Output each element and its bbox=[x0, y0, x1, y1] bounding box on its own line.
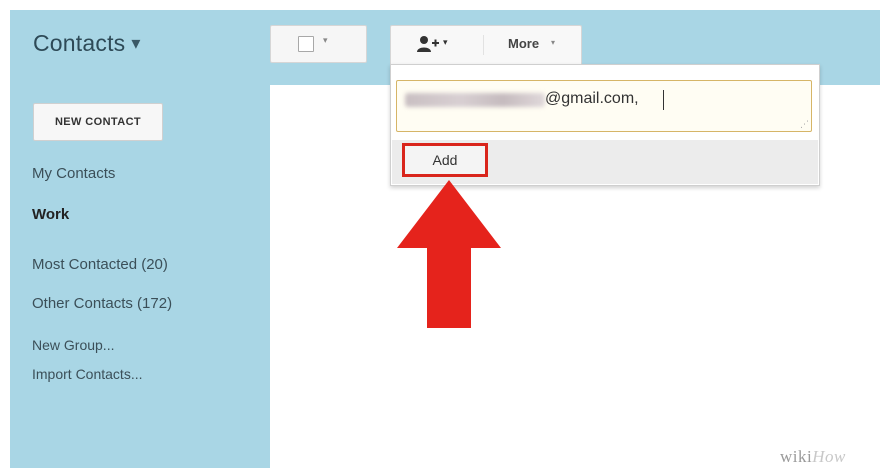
watermark-light: How bbox=[812, 447, 846, 466]
sidebar-item-most-contacted[interactable]: Most Contacted (20) bbox=[32, 256, 168, 273]
toolbar-group-buttons: ▾ More ▾ bbox=[390, 25, 582, 66]
add-button[interactable]: Add bbox=[402, 143, 488, 177]
resize-grip-icon[interactable]: ⋰ bbox=[800, 120, 809, 129]
chevron-down-icon: ▾ bbox=[443, 37, 448, 47]
email-input[interactable]: @gmail.com, ⋰ bbox=[396, 80, 812, 132]
app-title-text: Contacts bbox=[33, 30, 126, 56]
wikihow-watermark: wikiHow bbox=[780, 447, 846, 467]
text-cursor bbox=[663, 90, 664, 110]
watermark-main: wiki bbox=[780, 447, 813, 466]
add-person-icon bbox=[417, 36, 439, 52]
select-checkbox-button[interactable]: ▾ bbox=[270, 25, 367, 63]
sidebar-item-my-contacts[interactable]: My Contacts bbox=[32, 165, 115, 182]
app-title[interactable]: Contacts ▾ bbox=[33, 30, 141, 57]
sidebar-item-work[interactable]: Work bbox=[32, 206, 69, 223]
annotation-arrow bbox=[397, 180, 501, 328]
chevron-down-icon: ▾ bbox=[131, 33, 141, 53]
more-button[interactable]: More bbox=[508, 36, 539, 51]
new-contact-button[interactable]: NEW CONTACT bbox=[33, 103, 163, 141]
sidebar: NEW CONTACT My Contacts Work Most Contac… bbox=[10, 85, 268, 468]
new-group-link[interactable]: New Group... bbox=[32, 337, 114, 353]
checkbox-icon[interactable] bbox=[298, 36, 314, 52]
chevron-down-icon: ▾ bbox=[551, 38, 556, 47]
add-to-group-popup: @gmail.com, ⋰ Add bbox=[390, 64, 820, 186]
popup-footer: Add bbox=[392, 140, 818, 184]
chevron-down-icon: ▾ bbox=[323, 35, 328, 45]
email-input-text: @gmail.com, bbox=[545, 90, 639, 107]
toolbar-divider bbox=[483, 35, 484, 55]
sidebar-item-other-contacts[interactable]: Other Contacts (172) bbox=[32, 295, 172, 312]
up-arrow-icon bbox=[397, 180, 501, 328]
redacted-email-name bbox=[405, 93, 545, 107]
import-contacts-link[interactable]: Import Contacts... bbox=[32, 366, 142, 382]
